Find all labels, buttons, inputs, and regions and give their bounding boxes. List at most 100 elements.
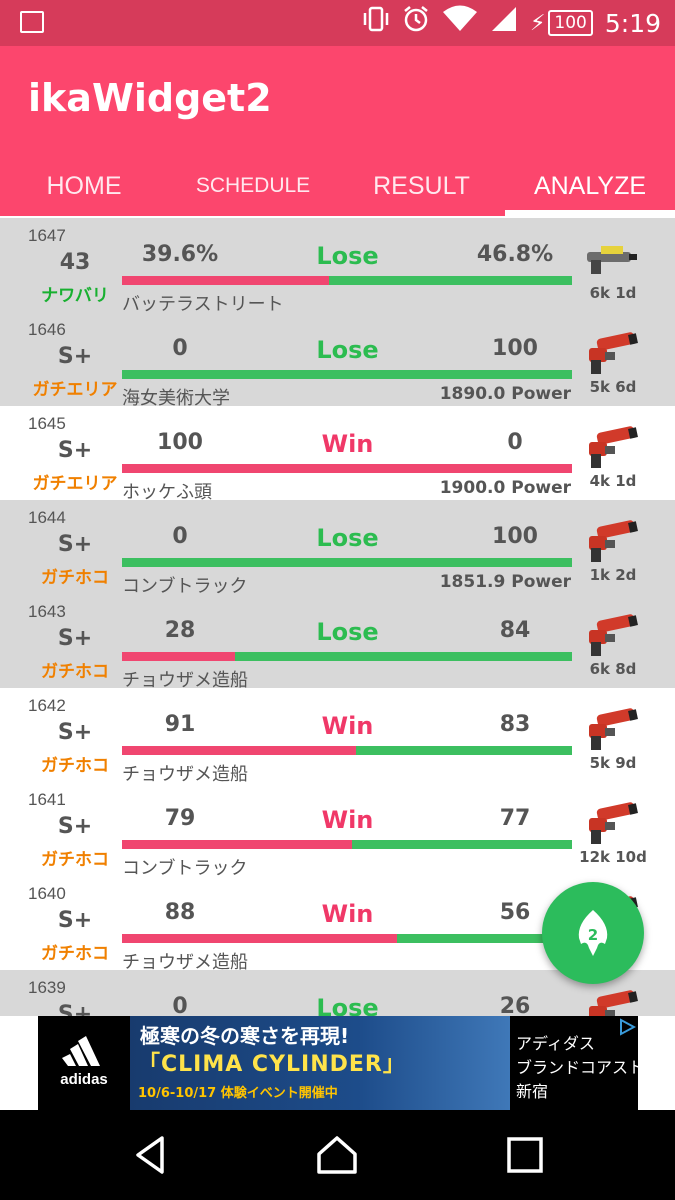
tab-result[interactable]: RESULT [338,156,505,216]
battle-row[interactable]: 1642 S+ ガチホコ 91 Win 83 チョウザメ造船 5k 9d [0,688,675,785]
enemy-team-score: 83 [499,712,531,737]
ad-product: 「CLIMA CYLINDER」 [138,1052,406,1077]
adchoices-icon[interactable] [618,1018,636,1036]
death-suffix: d [625,660,637,678]
battle-number: 1641 [28,790,66,809]
kill-suffix: k [600,284,610,302]
blaster-weapon-icon [589,990,638,1016]
enemy-team-score: 46.8% [476,242,554,267]
score-ratio-fill [122,652,235,661]
kill-count: 4 [589,472,601,490]
score-ratio-bar [122,558,572,567]
image-icon [20,11,44,33]
battle-row[interactable]: 1646 S+ ガチエリア 0 Lose 100 海女美術大学 1890.0 Power 5k … [0,312,675,409]
status-bar: ⚡ 100 5:19 [0,0,675,46]
score-ratio-bar [122,464,572,473]
score-ratio-bar [122,934,572,943]
rank-label: S+ [57,908,93,933]
app-bar: ikaWidget2 HOME SCHEDULE RESULT ANALYZE [0,46,675,216]
game-mode-label: ガチホコ [41,568,109,588]
kill-death-count: 5k 6d [578,378,648,396]
tab-home[interactable]: HOME [0,156,168,216]
result-label: Lose [316,994,379,1016]
battle-number: 1644 [28,508,66,527]
battle-row[interactable]: 1645 S+ ガチエリア 100 Win 0 ホッケふ頭 1900.0 Power 4k 1d [0,406,675,503]
splattershot-weapon-icon [587,246,637,274]
kill-death-count: 6k 8d [578,660,648,678]
battery-indicator: ⚡ 100 [530,10,593,36]
rank-label: S+ [57,344,93,369]
wifi-icon [442,5,478,42]
kill-death-count: 12k 10d [578,848,648,866]
rank-label: S+ [57,438,93,463]
battle-number: 1639 [28,978,66,997]
recents-icon[interactable] [502,1132,548,1178]
status-icons: ⚡ 100 5:19 [362,5,661,42]
squid-fab-button[interactable]: 2 [542,882,644,984]
power-value: 1900.0 Power [439,478,571,498]
ad-store-line1: アディダス [516,1034,595,1053]
death-count: 10 [615,848,637,866]
kill-suffix: k [600,754,610,772]
enemy-team-score: 0 [507,430,523,455]
rank-label: S+ [57,626,93,651]
rank-label: S+ [57,1002,93,1016]
battle-number: 1643 [28,602,66,621]
ad-store-line2: ブランドコアストア [516,1058,661,1077]
rank-label: S+ [57,814,93,839]
result-label: Win [321,900,374,928]
kill-suffix: k [600,472,610,490]
battle-number: 1646 [28,320,66,339]
home-icon[interactable] [314,1132,360,1178]
ad-content[interactable]: adidas 極寒の冬の寒さを再現! 「CLIMA CYLINDER」 10/6… [38,1016,660,1110]
result-label: Win [321,712,374,740]
own-team-score: 0 [172,994,188,1016]
own-team-score: 88 [164,900,196,925]
battle-row[interactable]: 1644 S+ ガチホコ 0 Lose 100 コンブトラック 1851.9 Power 1k … [0,500,675,597]
enemy-team-score: 100 [492,524,538,549]
kill-count: 5 [589,754,601,772]
ad-banner[interactable]: adidas 極寒の冬の寒さを再現! 「CLIMA CYLINDER」 10/6… [0,1016,675,1110]
power-value: 1890.0 Power [439,384,571,404]
ad-dates: 10/6-10/17 体験イベント開催中 [138,1086,338,1101]
death-suffix: d [636,848,647,866]
enemy-team-score: 84 [499,618,531,643]
own-team-score: 0 [172,524,188,549]
svg-text:2: 2 [588,926,598,944]
game-mode-label: ガチホコ [41,662,109,682]
ad-headline: 極寒の冬の寒さを再現! [140,1024,350,1048]
own-team-score: 79 [164,806,196,831]
own-team-score: 91 [164,712,196,737]
signal-icon [490,5,518,42]
result-label: Lose [316,242,379,270]
enemy-team-score: 100 [492,336,538,361]
kill-death-count: 1k 2d [578,566,648,584]
score-ratio-fill [122,746,356,755]
result-label: Lose [316,336,379,364]
score-ratio-bar [122,276,572,285]
kill-suffix: k [600,660,610,678]
battle-row[interactable]: 1643 S+ ガチホコ 28 Lose 84 チョウザメ造船 6k 8d [0,594,675,691]
battle-number: 1645 [28,414,66,433]
battle-row[interactable]: 1641 S+ ガチホコ 79 Win 77 コンブトラック 12k 10d [0,782,675,879]
result-label: Lose [316,524,379,552]
death-suffix: d [625,378,637,396]
result-label: Win [321,430,374,458]
battle-row[interactable]: 1647 43 ナワバリ 39.6% Lose 46.8% バッテラストリート 6k 1d [0,218,675,315]
ad-brand: adidas [60,1071,108,1088]
enemy-team-score: 77 [499,806,531,831]
death-count: 1 [615,284,626,302]
tab-schedule[interactable]: SCHEDULE [168,156,338,216]
enemy-team-score: 26 [499,994,531,1016]
score-ratio-bar [122,840,572,849]
back-icon[interactable] [128,1132,174,1178]
kill-death-count: 4k 1d [578,472,648,490]
kill-count: 5 [589,378,601,396]
power-value: 1851.9 Power [439,572,571,592]
tab-analyze[interactable]: ANALYZE [505,156,675,216]
rank-label: 43 [59,250,91,275]
kill-count: 12 [579,848,601,866]
kill-count: 6 [589,284,601,302]
tab-indicator [505,210,675,216]
score-ratio-fill [122,840,352,849]
